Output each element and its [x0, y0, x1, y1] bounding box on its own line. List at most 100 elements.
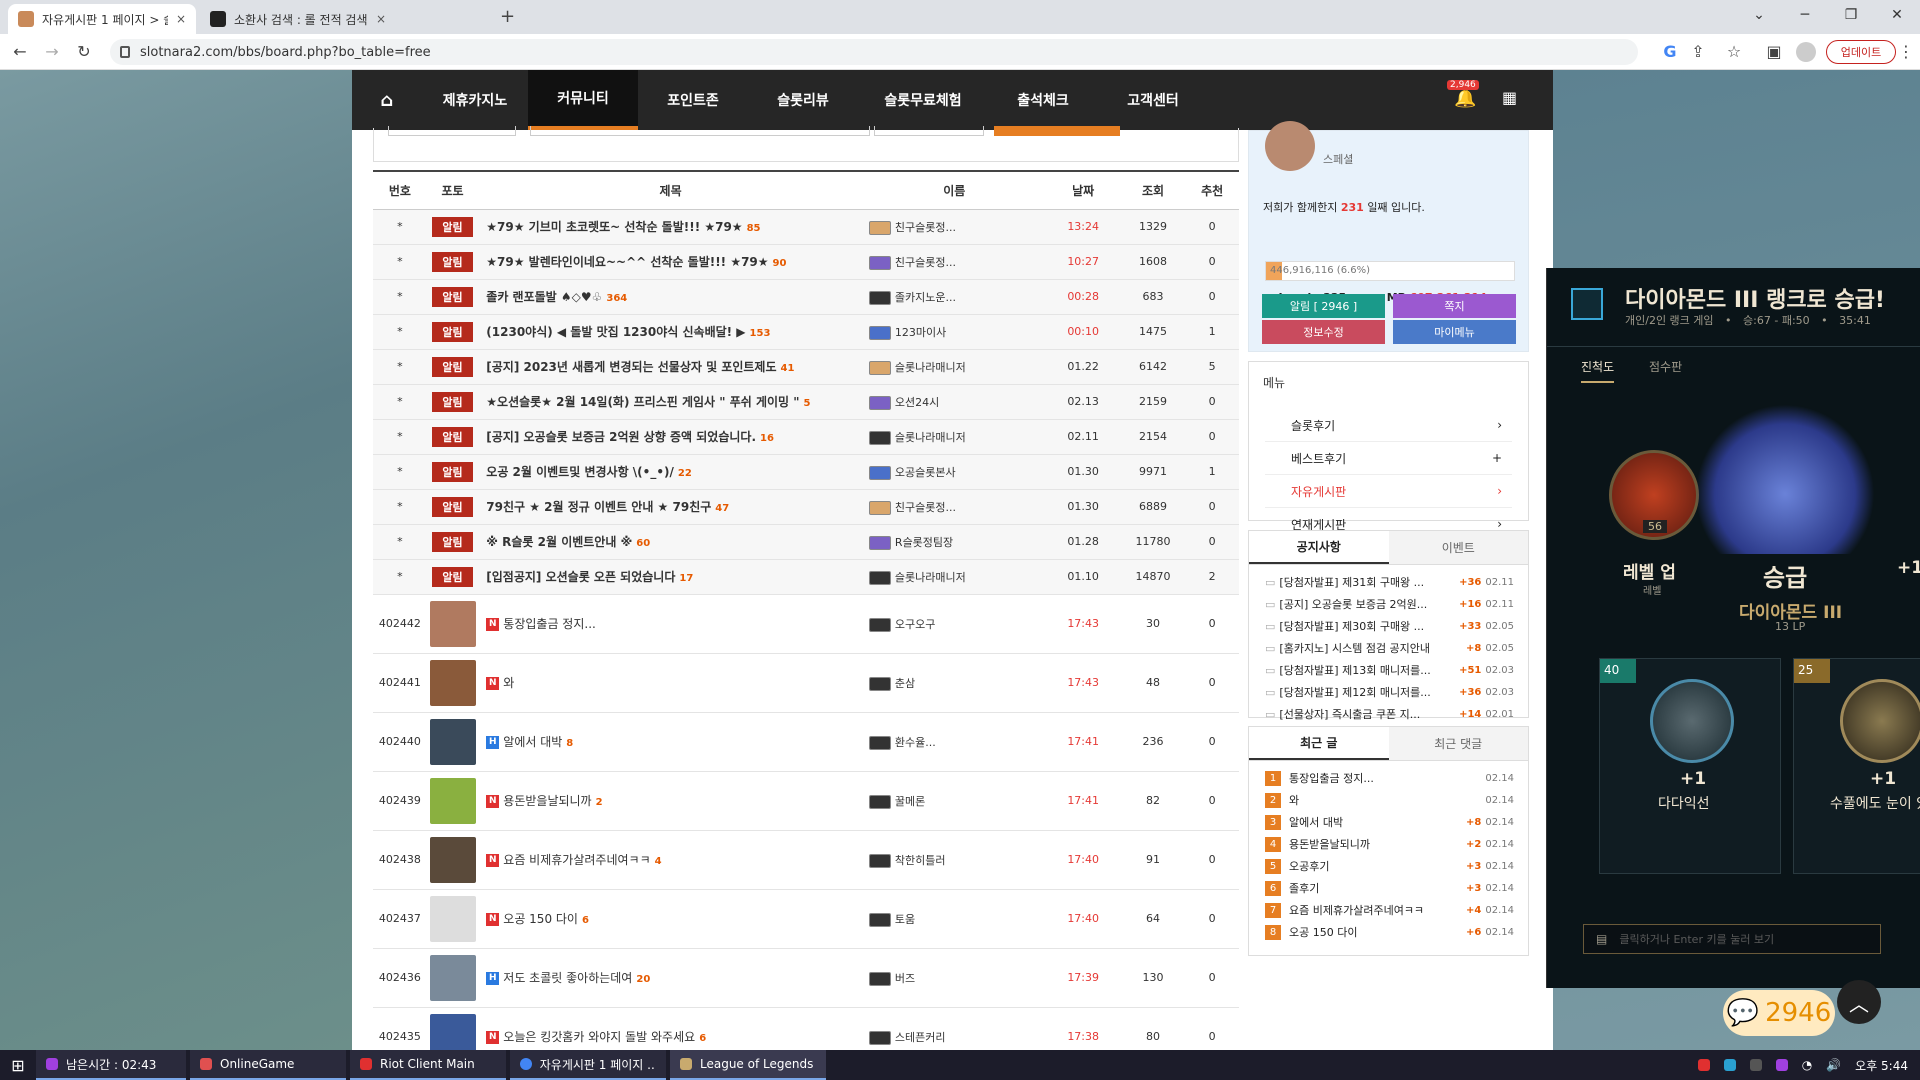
tray-app-icon[interactable] — [1723, 1059, 1736, 1071]
post-subject[interactable]: [공지] 2023년 새롭게 변경되는 선물상자 및 포인트제도 — [486, 360, 776, 374]
subject-cell[interactable]: ※ R슬롯 2월 이벤트안내 ※ 60 — [478, 524, 863, 560]
author-cell[interactable]: 오션24시 — [862, 384, 1046, 420]
author-name[interactable]: 버즈 — [895, 972, 915, 985]
author-name[interactable]: 졸카지노운... — [895, 291, 956, 304]
author-cell[interactable]: 123마이사 — [862, 314, 1046, 350]
bell-icon[interactable]: 🔔 — [1454, 88, 1476, 109]
new-tab-button[interactable]: + — [500, 6, 515, 27]
author-name[interactable]: 스테픈커리 — [895, 1031, 946, 1044]
bookmark-star-icon[interactable]: ☆ — [1724, 42, 1744, 61]
author-cell[interactable]: 꿀메론 — [862, 771, 1046, 831]
subject-cell[interactable]: [입점공지] 오션슬롯 오픈 되었습니다 17 — [478, 559, 863, 595]
author-cell[interactable]: 착한히틀러 — [862, 830, 1046, 890]
author-cell[interactable]: 오공슬롯본사 — [862, 454, 1046, 490]
post-thumbnail[interactable] — [429, 836, 476, 883]
search-button[interactable] — [994, 126, 1120, 136]
post-subject[interactable]: 졸카 랜포돌발 ♠◇♥♧ — [486, 290, 602, 304]
tab-event[interactable]: 이벤트 — [1388, 531, 1528, 564]
notice-title[interactable]: [당첨자발표] 제13회 매니저를... — [1279, 662, 1455, 678]
tab-close-icon[interactable]: × — [176, 12, 186, 26]
post-thumbnail[interactable] — [429, 659, 476, 706]
post-subject[interactable]: ★오션슬롯★ 2월 14일(화) 프리스핀 게임사 " 푸쉬 게이밍 " — [486, 395, 799, 409]
post-subject[interactable]: 알에서 대박 — [503, 735, 562, 749]
nav-slot-review[interactable]: 슬롯리뷰 — [748, 70, 858, 130]
nav-attendance[interactable]: 출석체크 — [988, 70, 1098, 130]
subject-cell[interactable]: N와 — [478, 653, 863, 713]
post-subject[interactable]: 오공 150 다이 — [503, 912, 578, 926]
author-name[interactable]: 슬롯나라매니저 — [895, 571, 966, 584]
tab-search-icon[interactable]: ⌄ — [1736, 0, 1782, 30]
photo-cell[interactable] — [426, 889, 479, 949]
chat-bubble-button[interactable]: 💬 2946 — [1723, 990, 1835, 1036]
tab-board[interactable]: 자유게시판 1 페이지 > 슬롯나라 × — [8, 4, 196, 34]
author-cell[interactable]: 친구슬롯정... — [862, 489, 1046, 525]
tray-timer-icon[interactable] — [1775, 1059, 1788, 1071]
tray-app2-icon[interactable] — [1749, 1059, 1762, 1071]
recent-item[interactable]: 8 오공 150 다이 +6 02.14 — [1249, 921, 1528, 943]
recent-item[interactable]: 6 졸후기 +3 02.14 — [1249, 877, 1528, 899]
tab-close-icon[interactable]: × — [376, 12, 386, 26]
author-name[interactable]: 친구슬롯정... — [895, 221, 956, 234]
search-input[interactable] — [530, 126, 870, 136]
tray-riot-icon[interactable] — [1697, 1059, 1710, 1071]
post-row[interactable]: 402437 N 오공 150 다이 6 토움 17:40 64 0 — [373, 889, 1239, 949]
recent-title[interactable]: 오공후기 — [1289, 858, 1462, 874]
back-icon[interactable]: ← — [10, 42, 30, 61]
author-name[interactable]: 친구슬롯정... — [895, 256, 956, 269]
post-thumbnail[interactable] — [429, 600, 476, 647]
recent-item[interactable]: 5 오공후기 +3 02.14 — [1249, 855, 1528, 877]
tab-progress[interactable]: 진척도 — [1581, 358, 1615, 383]
notice-title[interactable]: [선물상자] 즉시출금 쿠폰 지... — [1279, 706, 1455, 722]
recent-item[interactable]: 7 요즘 비제휴가살려주네여ㅋㅋ +4 02.14 — [1249, 899, 1528, 921]
taskbar-item-timer[interactable]: 남은시간 : 02:43 — [36, 1050, 186, 1080]
tab-lol-search[interactable]: 소환사 검색 : 롤 전적 검색 포우 × — [200, 4, 396, 34]
subject-cell[interactable]: 오공 2월 이벤트및 변경사항 \(•_•)/22 — [478, 454, 863, 490]
share-icon[interactable]: ⇪ — [1688, 42, 1708, 61]
network-icon[interactable]: ◔ — [1802, 1058, 1812, 1072]
notice-row[interactable]: * 알림 79친구 ★ 2월 정규 이벤트 안내 ★ 79친구 47 친구슬롯정... 0… — [373, 489, 1239, 525]
notice-item[interactable]: ▭ [공지] 오공슬롯 보증금 2억원... +16 02.11 — [1249, 593, 1528, 615]
post-row[interactable]: 402438 N 요즘 비제휴가살려주네여ㅋㅋ 4 착한히틀러 17:40 91 0 — [373, 830, 1239, 890]
notice-title[interactable]: [당첨자발표] 제31회 구매왕 ... — [1279, 574, 1455, 590]
photo-cell[interactable] — [426, 771, 479, 831]
nav-point-zone[interactable]: 포인트존 — [638, 70, 748, 130]
author-name[interactable]: 슬롯나라매니저 — [895, 431, 966, 444]
post-subject[interactable]: (1230야식) ◀ 돌발 맛집 1230야식 신속배달! ▶ — [486, 325, 745, 339]
recent-title[interactable]: 요즘 비제휴가살려주네여ㅋㅋ — [1289, 902, 1462, 918]
notice-row[interactable]: * 알림 [공지] 오공슬롯 보증금 2억원 상향 증액 되었습니다. 16 슬롯나라매… — [373, 419, 1239, 455]
my-menu-button[interactable]: 마이메뉴 — [1393, 320, 1516, 344]
subject-cell[interactable]: 졸카 랜포돌발 ♠◇♥♧ 364 — [478, 279, 863, 315]
author-cell[interactable]: 친구슬롯정... — [862, 244, 1046, 280]
tab-scoreboard[interactable]: 점수판 — [1649, 358, 1682, 375]
recent-title[interactable]: 와 — [1289, 792, 1477, 808]
recent-item[interactable]: 1 통장입출금 정지... 02.14 — [1249, 767, 1528, 789]
subject-cell[interactable]: [공지] 2023년 새롭게 변경되는 선물상자 및 포인트제도 41 — [478, 349, 863, 385]
recent-title[interactable]: 졸후기 — [1289, 880, 1462, 896]
recent-title[interactable]: 알에서 대박 — [1289, 814, 1462, 830]
recent-item[interactable]: 4 용돈받을날되니까 +2 02.14 — [1249, 833, 1528, 855]
post-subject[interactable]: 용돈받을날되니까 — [503, 794, 591, 808]
url-field[interactable]: slotnara2.com/bbs/board.php?bo_table=fre… — [110, 39, 1638, 65]
edit-info-button[interactable]: 정보수정 — [1262, 320, 1385, 344]
profile-avatar-icon[interactable] — [1796, 42, 1816, 62]
post-subject[interactable]: [입점공지] 오션슬롯 오픈 되었습니다 — [486, 570, 675, 584]
recent-title[interactable]: 통장입출금 정지... — [1289, 770, 1477, 786]
post-subject[interactable]: 오공 2월 이벤트및 변경사항 \(•_•)/ — [486, 465, 674, 479]
post-row[interactable]: 402436 H 저도 초콜릿 좋아하는데여 20 버즈 17:39 130 0 — [373, 948, 1239, 1008]
post-subject[interactable]: 요즘 비제휴가살려주네여ㅋㅋ — [503, 853, 650, 867]
grid-menu-icon[interactable]: ▦ — [1502, 88, 1517, 107]
alarm-button[interactable]: 알림 [ 2946 ] — [1262, 294, 1385, 318]
author-name[interactable]: 친구슬롯정... — [895, 501, 956, 514]
subject-cell[interactable]: 79친구 ★ 2월 정규 이벤트 안내 ★ 79친구 47 — [478, 489, 863, 525]
author-name[interactable]: 환수율... — [895, 736, 936, 749]
author-cell[interactable]: 오구오구 — [862, 594, 1046, 654]
subject-cell[interactable]: ★오션슬롯★ 2월 14일(화) 프리스핀 게임사 " 푸쉬 게이밍 " 5 — [478, 384, 863, 420]
author-cell[interactable]: R슬롯정팀장 — [862, 524, 1046, 560]
post-subject[interactable]: ★79★ 기브미 초코렛또~ 선착순 돌발!!! ★79★ — [486, 220, 742, 234]
subject-cell[interactable]: ★79★ 기브미 초코렛또~ 선착순 돌발!!! ★79★ 85 — [478, 209, 863, 245]
subject-cell[interactable]: [공지] 오공슬롯 보증금 2억원 상향 증액 되었습니다. 16 — [478, 419, 863, 455]
post-row[interactable]: 402441 N 와 춘삼 17:43 48 0 — [373, 653, 1239, 713]
author-cell[interactable]: 춘삼 — [862, 653, 1046, 713]
notice-item[interactable]: ▭ [당첨자발표] 제31회 구매왕 ... +36 02.11 — [1249, 571, 1528, 593]
notice-title[interactable]: [홈카지노] 시스템 점검 공지안내 — [1279, 640, 1462, 656]
